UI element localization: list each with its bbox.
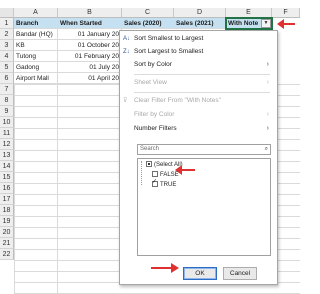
chevron-right-icon: › xyxy=(266,111,269,118)
column-header-c[interactable]: C xyxy=(122,8,174,18)
menu-separator xyxy=(134,74,270,75)
header-cell-when-started[interactable]: When Started xyxy=(58,18,122,29)
chevron-right-icon: › xyxy=(266,125,269,132)
menu-label: Number Filters xyxy=(134,125,177,132)
header-cell-sales-2020[interactable]: Sales (2020) xyxy=(122,18,174,29)
row-header[interactable]: 4 xyxy=(0,51,14,62)
date-cell[interactable]: 01 January 20 xyxy=(58,29,122,40)
date-cell[interactable]: 01 July 20 xyxy=(58,62,122,73)
chevron-right-icon: › xyxy=(266,61,269,68)
row-header[interactable]: 8 xyxy=(0,95,14,106)
annotation-arrow-ok-button xyxy=(151,263,179,273)
column-header-f[interactable]: F xyxy=(272,8,300,18)
date-cell[interactable]: 01 October 20 xyxy=(58,40,122,51)
checkbox-checked-icon[interactable] xyxy=(152,178,158,188)
search-placeholder: Search xyxy=(140,146,160,152)
menu-sort-descending[interactable]: Z↓ Sort Largest to Smallest xyxy=(120,46,277,58)
clear-filter-icon: ⊽ xyxy=(123,98,128,104)
menu-number-filters[interactable]: Number Filters › xyxy=(120,123,277,135)
menu-label: Sort by Color xyxy=(134,61,172,68)
column-header-b[interactable]: B xyxy=(58,8,122,18)
row-header[interactable]: 18 xyxy=(0,205,14,216)
row-header[interactable]: 12 xyxy=(0,139,14,150)
menu-sort-ascending[interactable]: A↓ Sort Smallest to Largest xyxy=(120,33,277,45)
row-header[interactable]: 11 xyxy=(0,128,14,139)
filter-dropdown-button[interactable]: ▼ xyxy=(261,19,271,28)
branch-cell[interactable]: Gadong xyxy=(14,62,58,73)
row-header[interactable]: 15 xyxy=(0,172,14,183)
menu-label: Clear Filter From "With Notes" xyxy=(134,97,221,104)
row-header[interactable]: 7 xyxy=(0,84,14,95)
annotation-arrow-filter xyxy=(277,19,295,29)
checkbox-partial-icon[interactable] xyxy=(146,161,152,168)
search-icon: ⌕ xyxy=(264,146,268,152)
branch-cell[interactable]: Airport Mall xyxy=(14,73,58,84)
row-header[interactable]: 2 xyxy=(0,29,14,40)
menu-label: Sort Smallest to Largest xyxy=(134,35,204,42)
row-header[interactable]: 5 xyxy=(0,62,14,73)
cancel-button[interactable]: Cancel xyxy=(223,267,257,280)
menu-label: Sheet View xyxy=(134,79,167,86)
gridline xyxy=(57,84,58,294)
chevron-right-icon: › xyxy=(266,79,269,86)
row-header[interactable]: 6 xyxy=(0,73,14,84)
row-header[interactable]: 10 xyxy=(0,117,14,128)
option-label: TRUE xyxy=(160,182,177,188)
branch-cell[interactable]: Bandar (HQ) xyxy=(14,29,58,40)
date-cell[interactable]: 01 April 20 xyxy=(58,73,122,84)
date-cell[interactable]: 01 February 20 xyxy=(58,51,122,62)
branch-cell[interactable]: Tutong xyxy=(14,51,58,62)
menu-label: Filter by Color xyxy=(134,111,175,118)
menu-sort-by-color[interactable]: Sort by Color › xyxy=(120,59,277,71)
ok-button[interactable]: OK xyxy=(183,267,217,280)
sort-descending-icon: Z↓ xyxy=(123,49,130,55)
row-header[interactable]: 1 xyxy=(0,18,14,29)
menu-clear-filter[interactable]: ⊽ Clear Filter From "With Notes" xyxy=(120,95,277,107)
menu-filter-by-color[interactable]: Filter by Color › xyxy=(120,109,277,121)
checkbox-unchecked-icon[interactable] xyxy=(152,171,158,178)
row-header[interactable]: 20 xyxy=(0,227,14,238)
row-header[interactable]: 9 xyxy=(0,106,14,117)
filter-option-true[interactable]: TRUE xyxy=(152,178,177,190)
annotation-arrow-false-option xyxy=(175,165,195,175)
menu-label: Sort Largest to Smallest xyxy=(134,48,204,55)
filter-values-list: (Select All) FALSE TRUE xyxy=(137,158,271,256)
row-header[interactable]: 3 xyxy=(0,40,14,51)
branch-cell[interactable]: KB xyxy=(14,40,58,51)
select-all-corner[interactable] xyxy=(0,8,14,18)
row-header[interactable]: 17 xyxy=(0,194,14,205)
row-header[interactable]: 14 xyxy=(0,161,14,172)
filter-search-input[interactable]: Search ⌕ xyxy=(137,144,271,155)
header-cell-branch[interactable]: Branch xyxy=(14,18,58,29)
header-cell-sales-2021[interactable]: Sales (2021) xyxy=(174,18,226,29)
row-header[interactable]: 21 xyxy=(0,238,14,249)
row-header[interactable]: 13 xyxy=(0,150,14,161)
sort-ascending-icon: A↓ xyxy=(123,36,131,42)
column-header-a[interactable]: A xyxy=(14,8,58,18)
row-header[interactable]: 19 xyxy=(0,216,14,227)
row-header[interactable]: 22 xyxy=(0,249,14,260)
menu-separator xyxy=(134,92,270,93)
column-header-d[interactable]: D xyxy=(174,8,226,18)
filter-dropdown-menu: A↓ Sort Smallest to Largest Z↓ Sort Larg… xyxy=(119,30,278,285)
row-header[interactable]: 16 xyxy=(0,183,14,194)
menu-sheet-view[interactable]: Sheet View › xyxy=(120,77,277,89)
